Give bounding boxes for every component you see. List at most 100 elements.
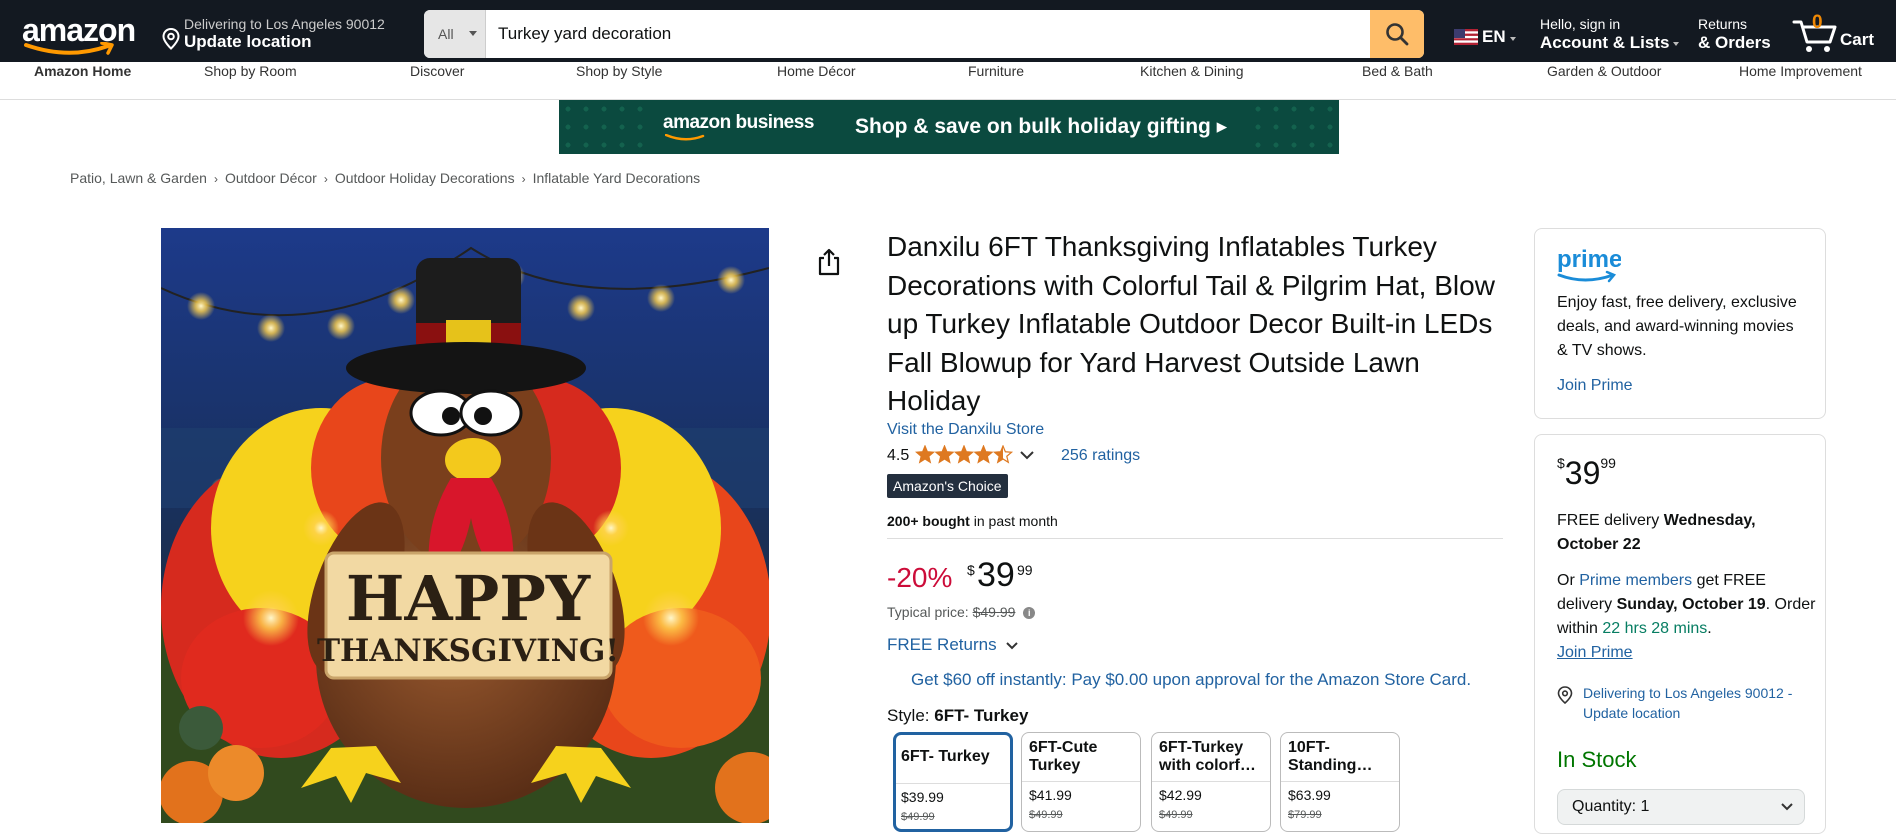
price-whole: 39 [977,556,1015,594]
prime-delivery-info: Or Prime members get FREE delivery Sunda… [1557,569,1817,665]
returns-orders[interactable]: Returns & Orders [1698,16,1782,56]
quantity-label: Quantity: 1 [1572,798,1650,815]
amazon-logo[interactable]: amazon [18,12,142,60]
divider [1152,781,1270,782]
subnav-item-amazon-home[interactable]: Amazon Home [34,62,131,80]
style-option[interactable]: 6FT-Turkey with colorf… $42.99 $49.99 [1151,732,1271,832]
prime-members-link[interactable]: Prime members [1579,572,1692,589]
search-category-dropdown[interactable]: All [424,10,486,58]
banner-message: Shop & save on bulk holiday gifting ▸ [855,115,1228,138]
style-option-was-price: $49.99 [901,811,935,823]
star-icon [992,445,1014,464]
delivery-prefix: FREE delivery [1557,512,1664,529]
breadcrumb-item[interactable]: Inflatable Yard Decorations [533,170,701,186]
style-label-text: Style: [887,706,930,725]
breadcrumb-item[interactable]: Outdoor Holiday Decorations [335,170,515,186]
cart-count: 0 [1812,12,1823,33]
breadcrumb-item[interactable]: Patio, Lawn & Garden [70,170,207,186]
join-prime-link[interactable]: Join Prime [1557,377,1633,395]
search-input[interactable] [486,10,1364,58]
account-lists-label: Account & Lists [1540,33,1670,52]
price-currency: $ [967,562,975,578]
search-icon [1386,23,1409,46]
buy-box: $3999 FREE delivery Wednesday, October 2… [1534,434,1826,834]
sign-text-happy: HAPPY [346,562,591,635]
style-selected-value: 6FT- Turkey [934,706,1029,725]
style-option-name: 6FT-Turkey with colorf… [1159,739,1256,774]
logo-smile-icon [24,42,114,55]
prime-promo-box: prime Enjoy fast, free delivery, exclusi… [1534,228,1826,419]
style-option-price: $42.99 [1159,787,1202,803]
typical-price-value: $49.99 [972,604,1016,620]
star-icon [915,445,936,464]
store-link[interactable]: Visit the Danxilu Store [887,421,1044,439]
chevron-down-icon [469,31,477,36]
buybox-price-currency: $ [1557,455,1565,471]
chevron-right-icon: › [213,172,218,186]
style-option[interactable]: 10FT-Standing… $63.99 $79.99 [1280,732,1400,832]
location-pin-icon [1557,686,1573,704]
location-pin-icon [162,28,180,50]
style-option-name: 10FT-Standing… [1288,739,1373,774]
subnav-item-bed-bath[interactable]: Bed & Bath [1362,62,1433,80]
banner-brand: amazon business [663,112,814,133]
price-fraction: 99 [1017,562,1033,578]
delivery-location-link[interactable]: Delivering to Los Angeles 90012 - Update… [1557,683,1807,723]
subnav-item-shop-by-style[interactable]: Shop by Style [576,62,662,80]
free-returns-label: FREE Returns [887,635,997,654]
quantity-dropdown[interactable]: Quantity: 1 [1557,789,1805,825]
cart-button[interactable]: 0 Cart [1792,10,1888,60]
subnav-item-discover[interactable]: Discover [410,62,464,80]
style-option[interactable]: 6FT- Turkey $39.99 $49.99 [893,732,1013,832]
deliver-line1: Delivering to Los Angeles 90012 [184,16,385,32]
free-returns[interactable]: FREE Returns [887,635,1019,655]
buybox-price: $3999 [1557,455,1616,492]
breadcrumb-item[interactable]: Outdoor Décor [225,170,317,186]
subnav-item-kitchen-dining[interactable]: Kitchen & Dining [1140,62,1244,80]
style-option[interactable]: 6FT-Cute Turkey $41.99 $49.99 [1021,732,1141,832]
returns-label: Returns [1698,16,1748,32]
subnav-item-home-improvement[interactable]: Home Improvement [1739,62,1862,80]
bought-count-rest: in past month [969,513,1058,529]
promo-banner[interactable]: amazon business Shop & save on bulk holi… [559,100,1339,154]
account-menu[interactable]: Hello, sign in Account & Lists [1540,16,1680,56]
style-option-name: 6FT- Turkey [901,748,990,765]
search-category-label: All [438,26,454,42]
ratings-count-link[interactable]: 256 ratings [1061,447,1140,465]
product-title: Danxilu 6FT Thanksgiving Inflatables Tur… [887,231,1495,416]
banner-pattern-left [559,100,649,154]
product-main-image[interactable]: HAPPY THANKSGIVING! [161,228,769,823]
chevron-down-icon [1781,803,1793,811]
subnav-item-garden-outdoor[interactable]: Garden & Outdoor [1547,62,1661,80]
info-icon[interactable]: i [1023,607,1036,620]
search-button[interactable] [1370,10,1424,58]
star-rating-icon[interactable] [915,445,1015,465]
chevron-down-icon [1510,37,1516,41]
breadcrumb: Patio, Lawn & Garden › Outdoor Décor › Outdo… [70,170,700,186]
category-subnav: Amazon Home Shop by Room Discover Shop b… [0,62,1896,100]
language-code: EN [1482,27,1506,46]
sign-text-thanksgiving: THANKSGIVING! [317,633,619,669]
subnav-item-furniture[interactable]: Furniture [968,62,1024,80]
buybox-price-fraction: 99 [1600,455,1616,471]
divider [1281,781,1399,782]
style-option-price: $39.99 [901,789,944,805]
style-option-price: $63.99 [1288,787,1331,803]
discount-percent: -20% [887,562,953,593]
share-icon[interactable] [816,248,842,276]
join-prime-link[interactable]: Join Prime [1557,644,1633,661]
cart-label: Cart [1840,30,1875,49]
prime-logo: prime [1557,246,1621,283]
subnav-item-shop-by-room[interactable]: Shop by Room [204,62,297,80]
account-lists: Account & Lists [1540,33,1680,53]
deliver-to[interactable]: Delivering to Los Angeles 90012 Update l… [162,14,402,54]
typical-price-label: Typical price: [887,604,969,620]
subnav-item-home-decor[interactable]: Home Décor [777,62,856,80]
divider [887,538,1503,539]
delivery-info: FREE delivery Wednesday, October 22 [1557,509,1807,557]
amazons-choice-badge: Amazon's Choice [887,474,1008,498]
chevron-down-icon[interactable] [1019,449,1035,461]
rating-value: 4.5 [887,447,910,464]
store-card-offer[interactable]: Get $60 off instantly: Pay $0.00 upon ap… [911,670,1471,690]
language-selector[interactable]: EN [1454,26,1518,48]
